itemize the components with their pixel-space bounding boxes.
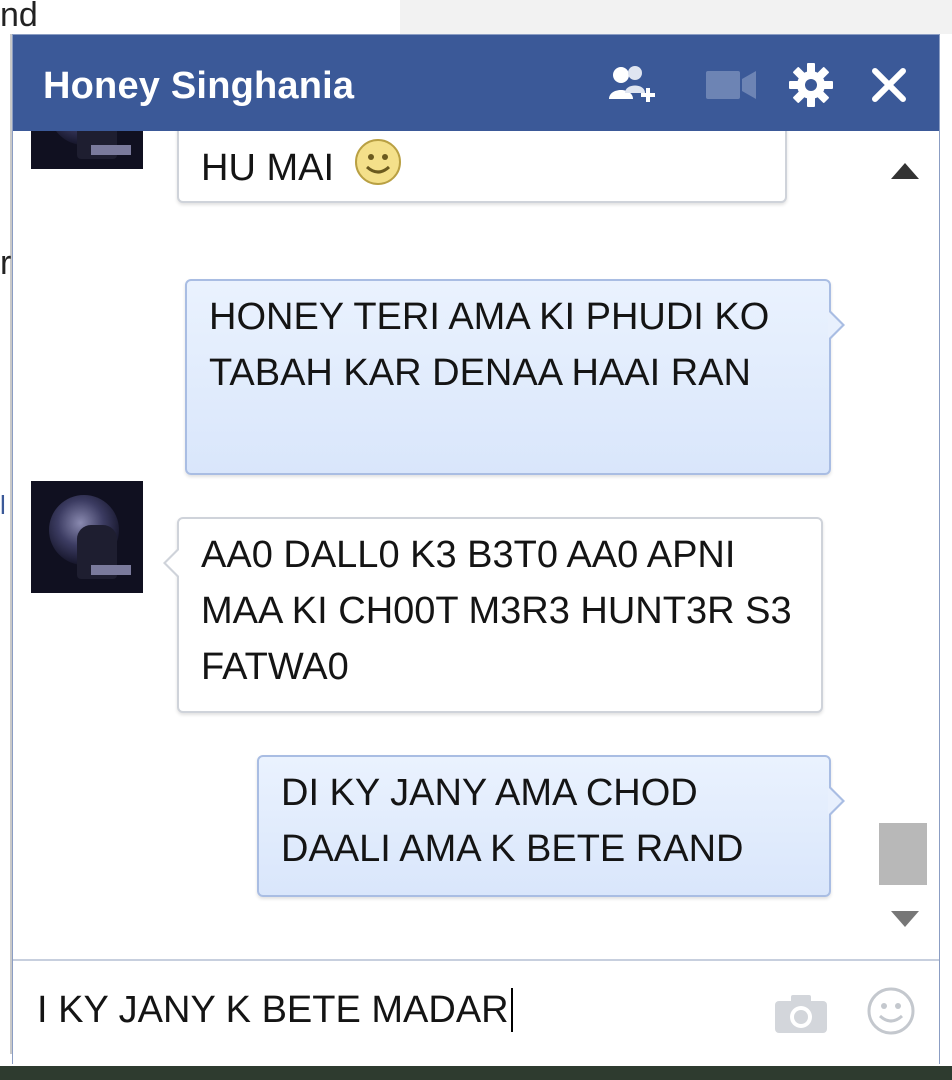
message-input[interactable]: I KY JANY K BETE MADAR xyxy=(37,975,737,1045)
message-text: HONEY TERI AMA KI PHUDI KO TABAH KAR DEN… xyxy=(209,296,770,394)
message-text: AA0 DALL0 K3 B3T0 AA0 APNI MAA KI CH00T … xyxy=(201,534,792,688)
background-text-fragment: nd xyxy=(0,0,38,34)
close-icon[interactable] xyxy=(861,57,917,113)
gear-icon[interactable] xyxy=(783,57,839,113)
message-scrollbar[interactable] xyxy=(873,131,939,959)
message-input-value: I KY JANY K BETE MADAR xyxy=(37,988,509,1031)
message-composer[interactable]: I KY JANY K BETE MADAR xyxy=(13,959,939,1065)
background-bottom-bar xyxy=(0,1066,952,1080)
chat-window: Honey Singhania HU MAI HONEY TERI AMA KI… xyxy=(12,34,940,1065)
emoji-icon[interactable] xyxy=(865,985,917,1042)
message-bubble: DI KY JANY AMA CHOD DAALI AMA K BETE RAN… xyxy=(257,755,845,897)
message-text: HU MAI xyxy=(201,147,334,190)
smiley-emoji-icon xyxy=(353,137,403,203)
camera-icon[interactable] xyxy=(773,991,829,1042)
scroll-up-arrow-icon[interactable] xyxy=(889,161,921,186)
scroll-down-arrow-icon[interactable] xyxy=(889,909,921,934)
chat-titlebar[interactable]: Honey Singhania xyxy=(13,35,939,132)
message-bubble: AA0 DALL0 K3 B3T0 AA0 APNI MAA KI CH00T … xyxy=(163,517,823,713)
background-text-fragment: l xyxy=(0,490,6,520)
scrollbar-thumb[interactable] xyxy=(879,823,927,885)
video-call-icon[interactable] xyxy=(703,57,759,113)
chat-title[interactable]: Honey Singhania xyxy=(43,65,354,108)
message-text: DI KY JANY AMA CHOD DAALI AMA K BETE RAN… xyxy=(281,772,744,870)
avatar[interactable] xyxy=(31,131,143,169)
add-friends-icon[interactable] xyxy=(605,57,661,113)
background-text-fragment: r xyxy=(0,244,12,282)
background-top-field xyxy=(80,0,402,34)
avatar[interactable] xyxy=(31,481,143,593)
background-top-right xyxy=(400,0,952,34)
message-bubble: HU MAI xyxy=(177,131,787,203)
message-bubble: HONEY TERI AMA KI PHUDI KO TABAH KAR DEN… xyxy=(185,279,845,475)
message-list[interactable]: HU MAI HONEY TERI AMA KI PHUDI KO TABAH … xyxy=(13,131,873,959)
text-caret xyxy=(510,988,513,1032)
